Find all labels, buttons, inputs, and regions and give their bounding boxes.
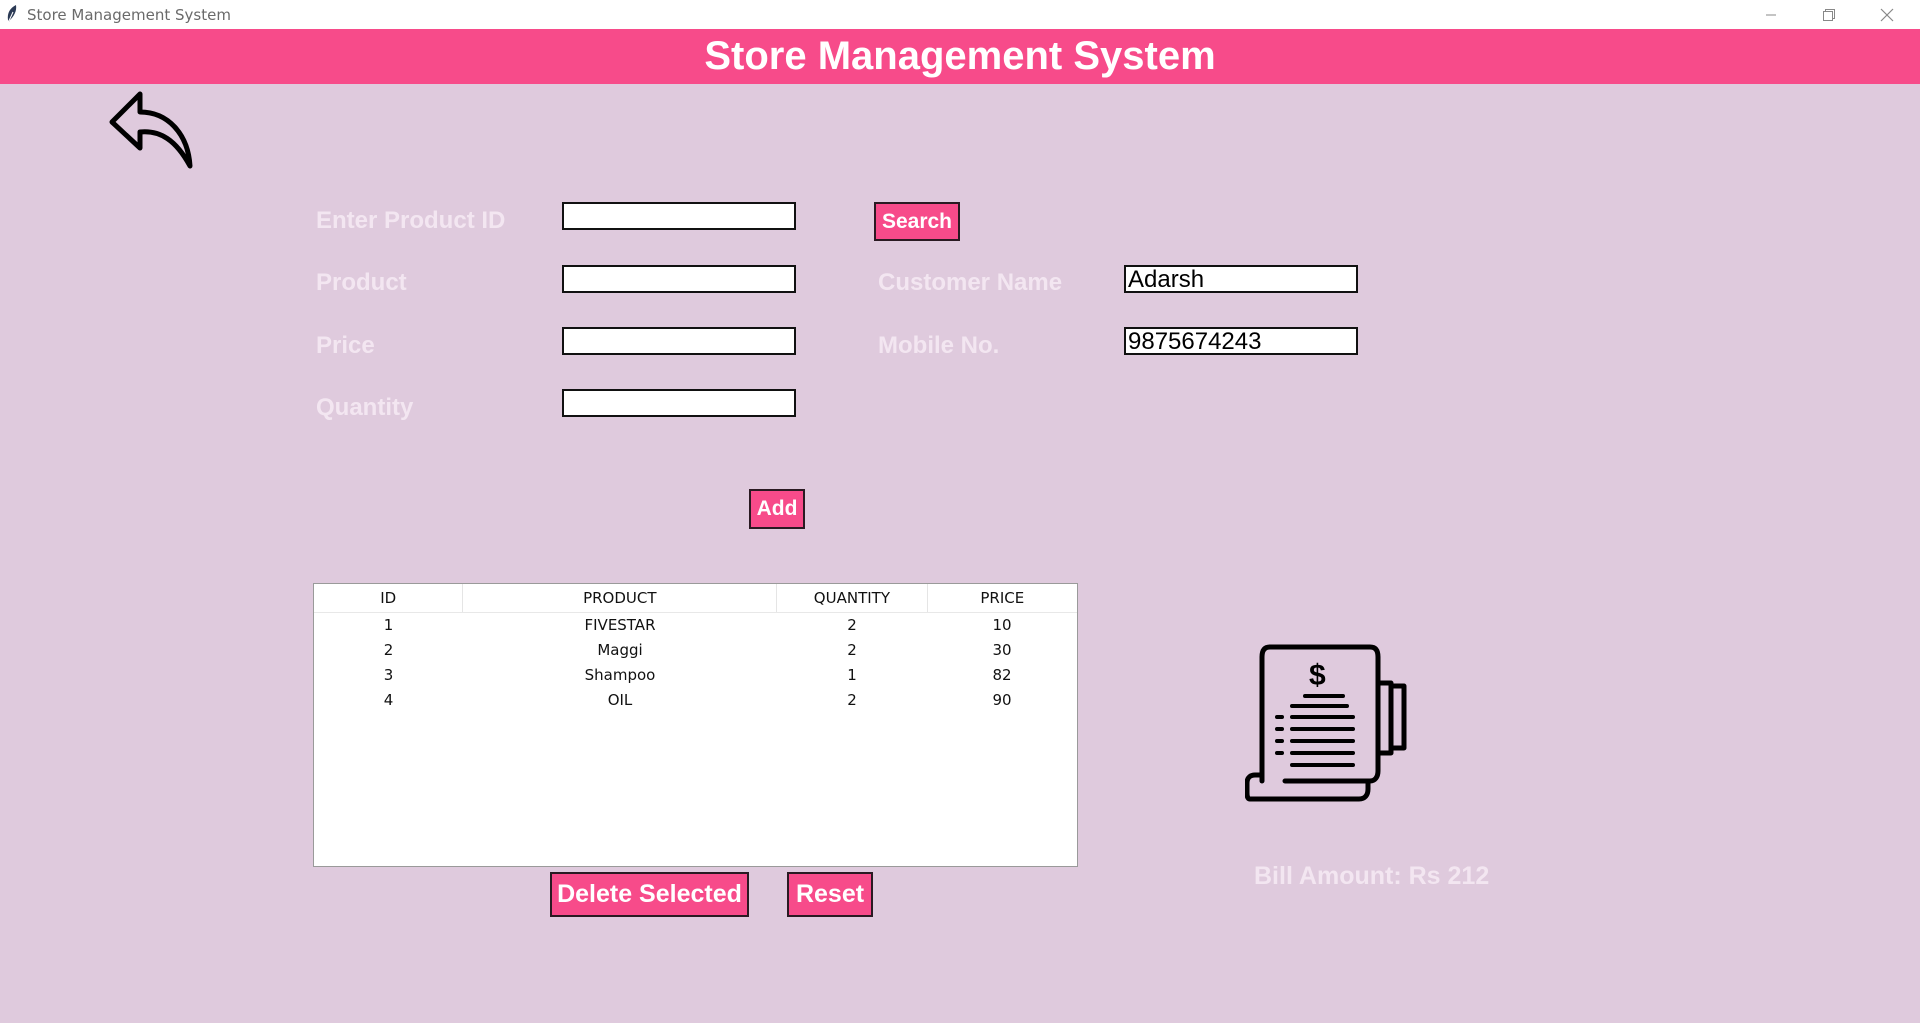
window-title: Store Management System (27, 6, 231, 24)
minimize-icon (1766, 14, 1776, 15)
cell-id: 3 (383, 666, 394, 684)
close-button[interactable] (1858, 0, 1916, 29)
restore-icon (1823, 8, 1835, 21)
back-arrow-icon[interactable] (108, 88, 198, 172)
cell-quantity: 2 (847, 641, 857, 659)
mobile-field[interactable]: 9875674243 (1124, 327, 1358, 355)
product-field[interactable] (562, 265, 796, 293)
page-title: Store Management System (0, 29, 1920, 84)
delete-selected-button[interactable]: Delete Selected (550, 872, 749, 917)
cell-quantity: 1 (847, 666, 857, 684)
window-titlebar: Store Management System (0, 0, 1920, 29)
customer-name-field[interactable]: Adarsh (1124, 265, 1358, 293)
cell-price: 90 (992, 691, 1012, 709)
cell-price: 10 (992, 616, 1012, 634)
table-row[interactable]: 4 OIL 2 90 (314, 688, 1077, 713)
cell-id: 4 (383, 691, 394, 709)
quantity-field[interactable] (562, 389, 796, 417)
svg-text:$: $ (1309, 659, 1326, 692)
table-header: ID PRODUCT QUANTITY PRICE (314, 584, 1077, 613)
table-row[interactable]: 3 Shampoo 1 82 (314, 663, 1077, 688)
table-row[interactable]: 2 Maggi 2 30 (314, 638, 1077, 663)
product-id-label: Enter Product ID (316, 207, 506, 234)
cell-quantity: 2 (847, 691, 857, 709)
search-button[interactable]: Search (874, 202, 960, 241)
cart-table[interactable]: ID PRODUCT QUANTITY PRICE 1 FIVESTAR 2 1… (313, 583, 1078, 867)
cell-id: 2 (383, 641, 394, 659)
column-header-product[interactable]: PRODUCT (463, 584, 778, 612)
cell-id: 1 (383, 616, 394, 634)
close-icon (1880, 8, 1894, 21)
column-header-quantity[interactable]: QUANTITY (777, 584, 928, 612)
bill-amount: Bill Amount: Rs 212 (1254, 862, 1490, 890)
cell-product: OIL (607, 691, 633, 709)
restore-button[interactable] (1800, 0, 1858, 29)
cell-price: 82 (992, 666, 1012, 684)
mobile-label: Mobile No. (878, 332, 1000, 359)
column-header-id[interactable]: ID (314, 584, 464, 612)
minimize-button[interactable] (1742, 0, 1800, 29)
cell-product: FIVESTAR (584, 616, 656, 634)
receipt-dollar-icon: $ (1245, 644, 1407, 802)
customer-name-label: Customer Name (878, 269, 1063, 296)
price-label: Price (316, 332, 375, 359)
price-field[interactable] (562, 327, 796, 355)
column-header-price[interactable]: PRICE (928, 584, 1077, 612)
add-button[interactable]: Add (749, 489, 805, 529)
table-row[interactable]: 1 FIVESTAR 2 10 (314, 613, 1077, 638)
product-id-field[interactable] (562, 202, 796, 230)
reset-button[interactable]: Reset (787, 872, 873, 917)
cell-product: Maggi (597, 641, 643, 659)
product-label: Product (316, 269, 407, 296)
cell-quantity: 2 (847, 616, 857, 634)
cell-price: 30 (992, 641, 1012, 659)
quantity-label: Quantity (316, 394, 414, 421)
feather-icon (7, 5, 17, 24)
cell-product: Shampoo (584, 666, 656, 684)
